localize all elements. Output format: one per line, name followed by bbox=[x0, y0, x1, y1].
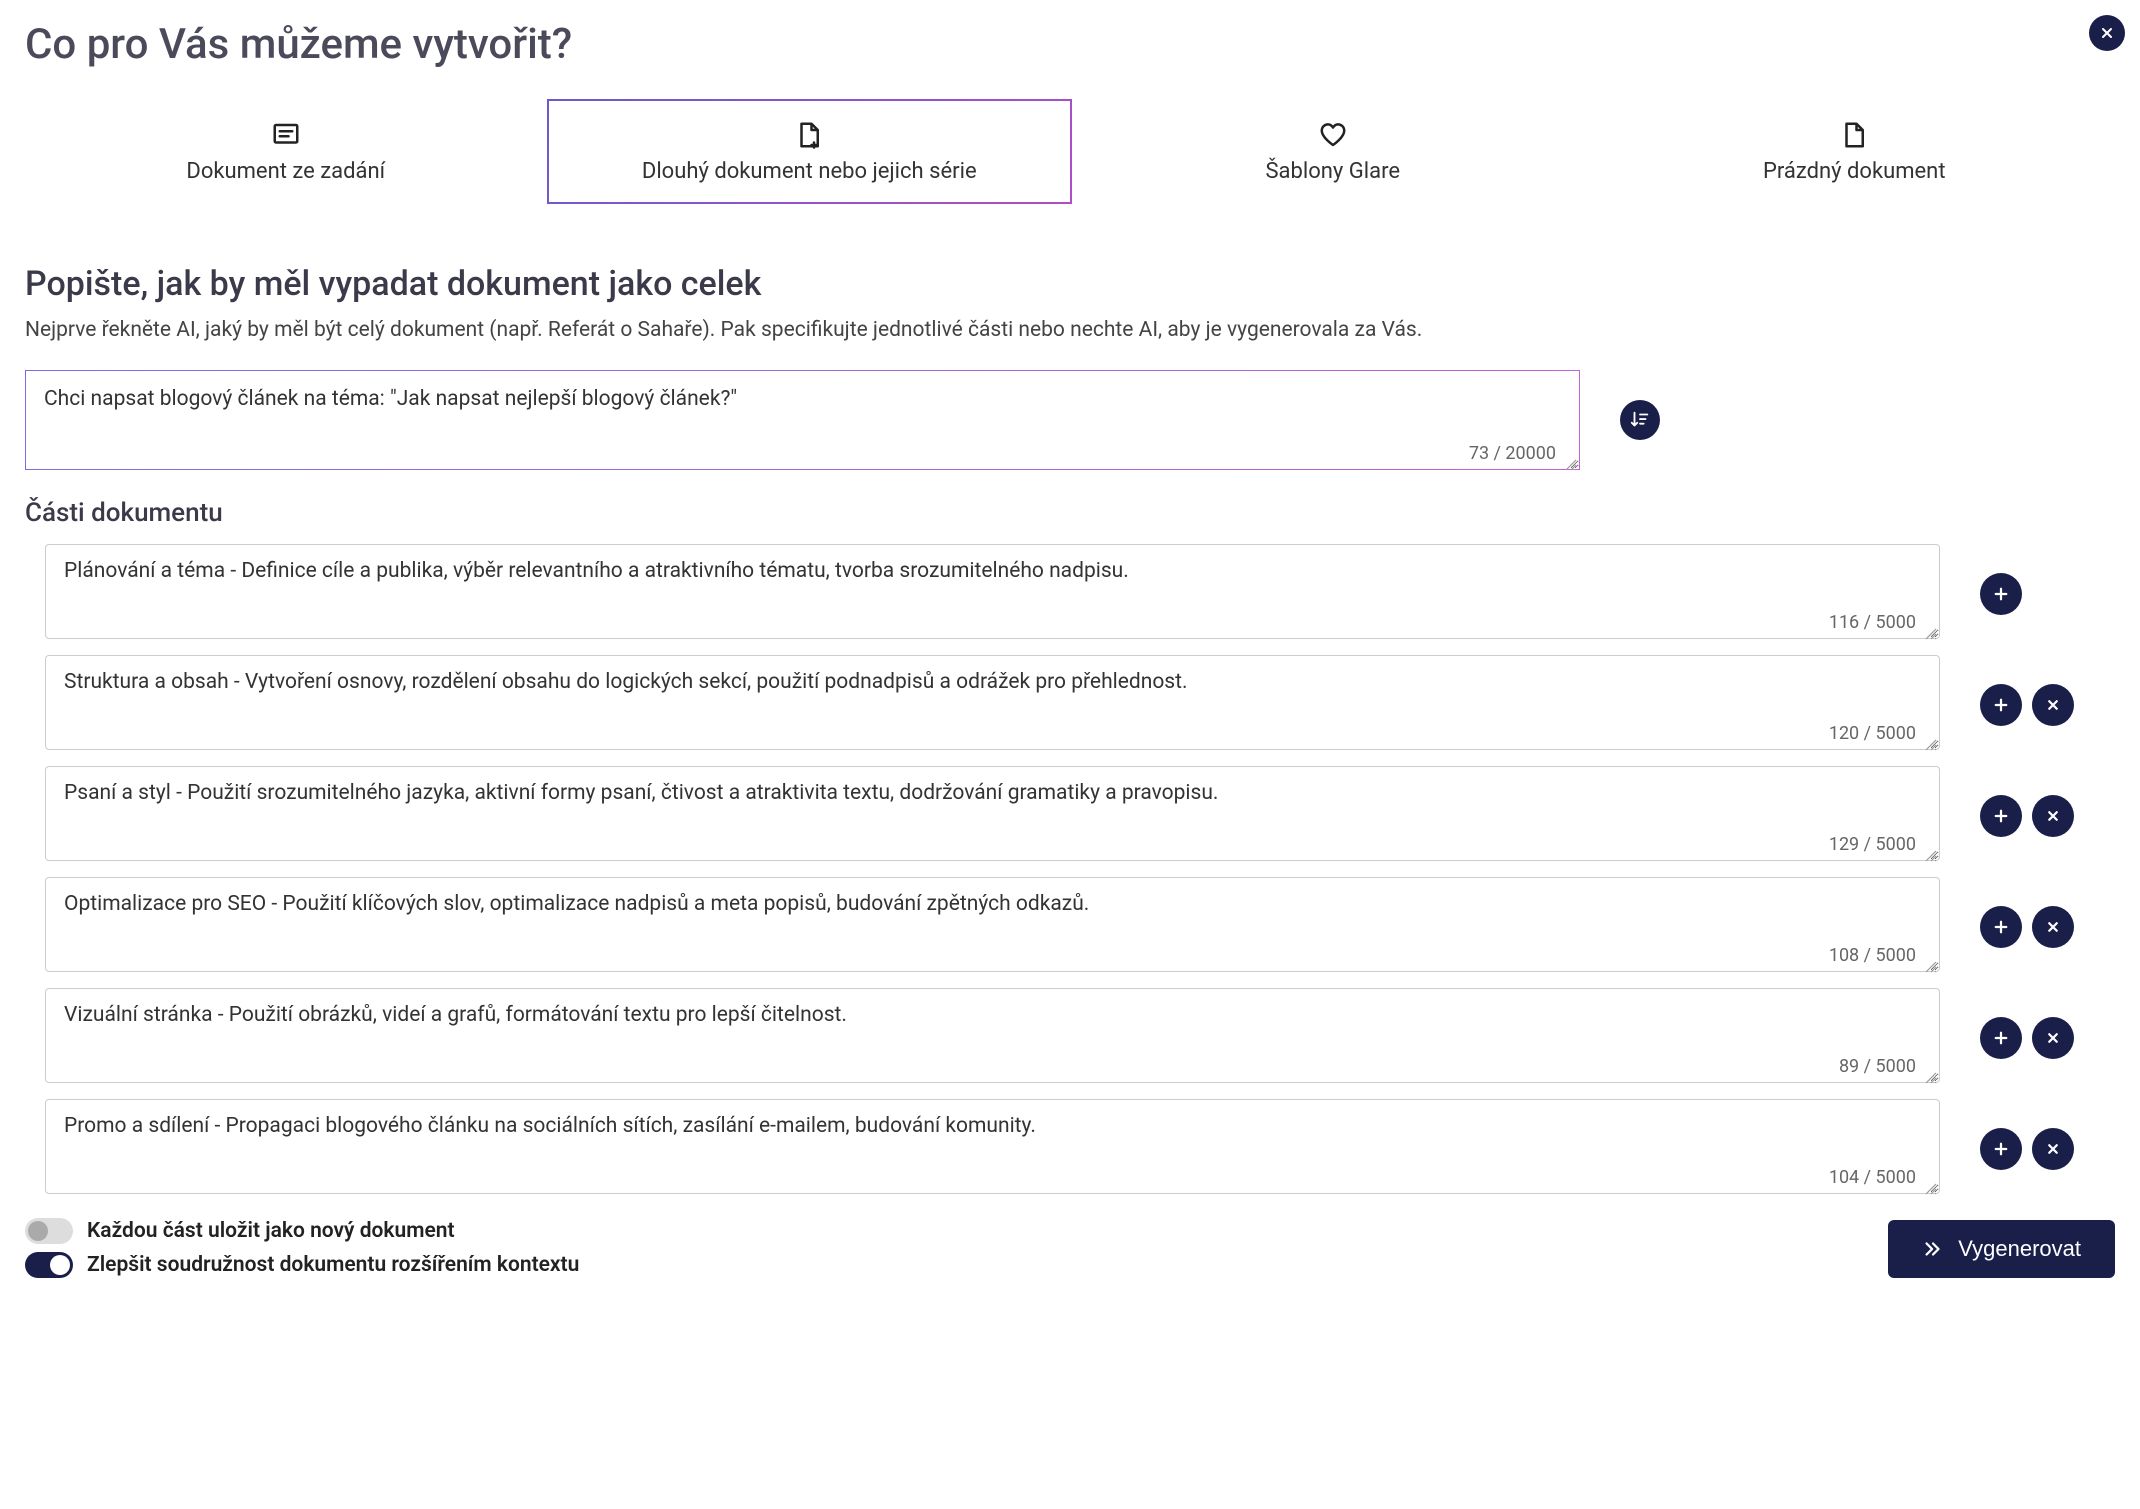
tab-label: Dokument ze zadání bbox=[186, 159, 385, 184]
remove-part-button[interactable] bbox=[2032, 1017, 2074, 1059]
part-input[interactable] bbox=[45, 655, 1940, 750]
part-actions bbox=[1980, 573, 2022, 615]
plus-icon bbox=[1992, 918, 2010, 936]
close-button[interactable] bbox=[2089, 15, 2125, 51]
tabs: Dokument ze zadání Dlouhý dokument nebo j… bbox=[25, 99, 2115, 204]
part-row: 108 / 5000 bbox=[25, 877, 2115, 976]
part-input[interactable] bbox=[45, 988, 1940, 1083]
page-title: Co pro Vás můžeme vytvořit? bbox=[25, 20, 2115, 69]
add-part-button[interactable] bbox=[1980, 1017, 2022, 1059]
part-actions bbox=[1980, 1017, 2074, 1059]
part-actions bbox=[1980, 684, 2074, 726]
close-icon bbox=[2099, 25, 2115, 41]
part-row: 129 / 5000 bbox=[25, 766, 2115, 865]
generate-button[interactable]: Vygenerovat bbox=[1888, 1220, 2115, 1278]
part-actions bbox=[1980, 1128, 2074, 1170]
x-icon bbox=[2044, 1140, 2062, 1158]
plus-icon bbox=[1992, 585, 2010, 603]
tab-label: Dlouhý dokument nebo jejich série bbox=[642, 159, 977, 184]
part-row: 120 / 5000 bbox=[25, 655, 2115, 754]
toggle-save-each-label: Každou část uložit jako nový dokument bbox=[87, 1219, 455, 1243]
part-row: 89 / 5000 bbox=[25, 988, 2115, 1087]
plus-icon bbox=[1992, 1140, 2010, 1158]
add-part-button[interactable] bbox=[1980, 1128, 2022, 1170]
x-icon bbox=[2044, 1029, 2062, 1047]
generate-button-label: Vygenerovat bbox=[1958, 1236, 2081, 1262]
plus-icon bbox=[1992, 807, 2010, 825]
add-part-button[interactable] bbox=[1980, 684, 2022, 726]
tab-from-prompt[interactable]: Dokument ze zadání bbox=[25, 99, 547, 204]
part-input[interactable] bbox=[45, 766, 1940, 861]
chevrons-right-icon bbox=[1922, 1238, 1944, 1260]
tab-templates[interactable]: Šablony Glare bbox=[1072, 99, 1594, 204]
overall-description-input[interactable] bbox=[25, 370, 1580, 470]
plus-icon bbox=[1992, 696, 2010, 714]
sort-descending-icon bbox=[1629, 409, 1651, 431]
toggle-improve-cohesion-label: Zlepšit soudružnost dokumentu rozšířením… bbox=[87, 1253, 579, 1277]
tab-long-doc[interactable]: Dlouhý dokument nebo jejich série bbox=[547, 99, 1073, 204]
plus-icon bbox=[1992, 1029, 2010, 1047]
x-icon bbox=[2044, 918, 2062, 936]
tab-blank[interactable]: Prázdný dokument bbox=[1594, 99, 2116, 204]
part-actions bbox=[1980, 906, 2074, 948]
toggle-improve-cohesion[interactable] bbox=[25, 1252, 73, 1278]
file-plus-icon bbox=[793, 119, 825, 151]
describe-desc: Nejprve řekněte AI, jaký by měl být celý… bbox=[25, 318, 2115, 342]
add-part-button[interactable] bbox=[1980, 573, 2022, 615]
x-icon bbox=[2044, 807, 2062, 825]
part-input[interactable] bbox=[45, 877, 1940, 972]
remove-part-button[interactable] bbox=[2032, 1128, 2074, 1170]
remove-part-button[interactable] bbox=[2032, 684, 2074, 726]
parts-list: 116 / 5000 120 / 5000 129 / 5000 108 / 5000… bbox=[25, 544, 2115, 1198]
parts-title: Části dokumentu bbox=[25, 498, 2115, 528]
remove-part-button[interactable] bbox=[2032, 906, 2074, 948]
tab-label: Prázdný dokument bbox=[1763, 159, 1946, 184]
add-part-button[interactable] bbox=[1980, 906, 2022, 948]
add-part-button[interactable] bbox=[1980, 795, 2022, 837]
heart-icon bbox=[1317, 119, 1349, 151]
x-icon bbox=[2044, 696, 2062, 714]
part-input[interactable] bbox=[45, 544, 1940, 639]
remove-part-button[interactable] bbox=[2032, 795, 2074, 837]
file-icon bbox=[1838, 119, 1870, 151]
part-actions bbox=[1980, 795, 2074, 837]
tab-label: Šablony Glare bbox=[1265, 159, 1400, 184]
toggle-save-each-part[interactable] bbox=[25, 1218, 73, 1244]
part-input[interactable] bbox=[45, 1099, 1940, 1194]
part-row: 116 / 5000 bbox=[25, 544, 2115, 643]
describe-title: Popište, jak by měl vypadat dokument jak… bbox=[25, 264, 2115, 304]
message-square-icon bbox=[270, 119, 302, 151]
generate-parts-button[interactable] bbox=[1620, 400, 1660, 440]
part-row: 104 / 5000 bbox=[25, 1099, 2115, 1198]
